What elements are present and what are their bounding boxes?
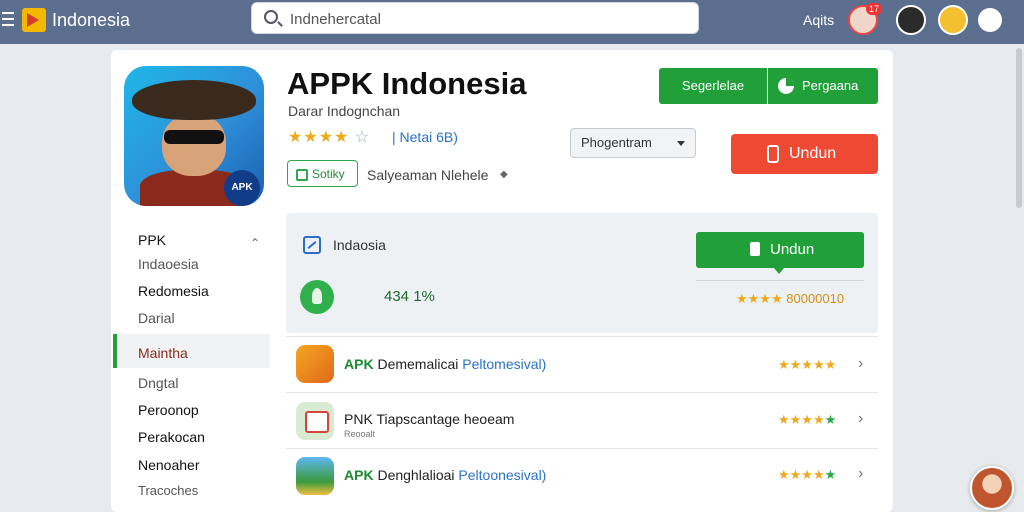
list-item-1-icon[interactable] (296, 345, 334, 383)
list-item-1-middle: Dememalicai (377, 356, 459, 372)
edit-icon (303, 236, 321, 254)
list-item-2-icon[interactable] (296, 402, 334, 440)
sidebar-active-highlight (113, 334, 270, 368)
list-item-2-stars-extra: ★ (824, 412, 837, 427)
row-divider (286, 392, 878, 393)
app-title: APPK Indonesia (287, 66, 527, 101)
brand-name[interactable]: Indonesia (52, 10, 130, 31)
brand-logo-icon[interactable] (22, 8, 46, 32)
sidebar-item-dngtal[interactable]: Dngtal (138, 375, 178, 391)
download-icon (750, 242, 760, 256)
profile-icon[interactable] (978, 8, 1002, 32)
list-item-1-stars-extra: ★ (824, 357, 837, 372)
avatar-user-3[interactable] (938, 5, 968, 35)
sidebar-collapse-icon[interactable]: ⌃ (250, 236, 260, 250)
sidebar-item-perakocan[interactable]: Perakocan (138, 429, 205, 445)
list-item-2-chevron-right-icon[interactable]: › (858, 410, 863, 428)
notification-badge: 17 (866, 3, 883, 15)
sidebar-item-darial[interactable]: Darial (138, 310, 175, 326)
topbar-link[interactable]: Aqits (803, 12, 834, 28)
apk-badge: APK (224, 170, 260, 206)
highlight-panel (286, 213, 878, 333)
list-item-3-stars-extra: ★ (824, 467, 837, 482)
download-button-label: Undun (789, 145, 837, 162)
menu-icon[interactable] (2, 12, 14, 26)
list-item-1-chevron-right-icon[interactable]: › (858, 355, 863, 373)
search-icon (264, 10, 278, 24)
list-item-3-chevron-right-icon[interactable]: › (858, 465, 863, 483)
phone-icon (767, 145, 779, 163)
list-item-1-suffix: Peltomesival) (462, 356, 547, 372)
panel-rating: ★★★★ 80000010 (736, 291, 844, 307)
list-item-2-subtitle: Reooalt (344, 429, 376, 439)
list-item-2-stars: ★★★★★ (778, 412, 836, 428)
avatar-user-2[interactable] (896, 5, 926, 35)
rating-count[interactable]: | Netai 6B) (392, 129, 458, 145)
sidebar-item-indaoesia[interactable]: Indaoesia (138, 256, 199, 272)
rating-empty-star: ☆ (354, 129, 371, 146)
list-item-3-title[interactable]: APK Denghlalioai Peltoonesival) (344, 467, 546, 483)
list-item-3-middle: Denghlalioai (377, 467, 455, 483)
chat-avatar[interactable] (970, 466, 1014, 510)
sidebar-item-ppk[interactable]: PPK (138, 232, 166, 248)
version-select[interactable]: Phogentram (570, 128, 696, 158)
list-item-1-title[interactable]: APK Dememalicai Peltomesival) (344, 356, 546, 372)
top-bar: Indonesia Aqits 17 (0, 0, 1024, 44)
list-item-3-stars: ★★★★★ (778, 467, 836, 483)
row-divider (286, 336, 878, 337)
scrollbar[interactable] (1016, 48, 1022, 208)
tag-button[interactable]: Sotiky (287, 160, 358, 187)
app-icon: APK (124, 66, 264, 206)
sidebar-item-maintha[interactable]: Maintha (138, 345, 188, 361)
list-item-3-icon[interactable] (296, 457, 334, 495)
download-button-red[interactable]: Undun (731, 134, 878, 174)
list-item-1-stars: ★★★★★ (778, 357, 836, 373)
version-select-value: Phogentram (581, 135, 652, 150)
row-divider (286, 448, 878, 449)
panel-rating-value: 80000010 (786, 291, 845, 306)
panel-stat: 434 1% (384, 288, 435, 305)
panel-rating-stars: ★★★★ (736, 291, 783, 306)
list-item-3-suffix: Peltoonesival) (458, 467, 547, 483)
app-subtitle: Darar Indognchan (288, 103, 401, 119)
list-item-2-prefix: PNK (344, 411, 373, 427)
list-item-1-stars-main: ★★★★ (778, 357, 825, 372)
app-rating-stars: ★★★★ ☆ (288, 127, 370, 147)
panel-download-label: Undun (770, 241, 815, 258)
sidebar-item-nenoaher[interactable]: Nenoaher (138, 457, 200, 473)
sidebar-item-redomesia[interactable]: Redomesia (138, 283, 209, 299)
list-item-3-stars-main: ★★★★ (778, 467, 825, 482)
search-bar[interactable] (251, 2, 699, 34)
tag-label: Sotiky (312, 167, 345, 181)
caret-icon (774, 268, 784, 274)
panel-title: Indaosia (333, 237, 386, 253)
sidebar-item-tracoches[interactable]: Tracoches (138, 483, 198, 498)
app-icon-glasses (164, 130, 224, 144)
list-item-2-title[interactable]: PNK Tiapscantage heoeam (344, 411, 514, 427)
chevron-down-icon (677, 141, 685, 146)
developer-arrow-icon[interactable]: ◆ (500, 169, 508, 180)
panel-divider (696, 280, 864, 281)
sidebar-item-peroonop[interactable]: Peroonop (138, 402, 199, 418)
list-item-2-middle: Tiapscantage heoeam (376, 411, 515, 427)
panel-download-button[interactable]: Undun (696, 232, 864, 268)
green-right-label: Pergaana (802, 78, 859, 93)
list-item-1-prefix: APK (344, 356, 374, 372)
download-circle-icon[interactable] (300, 280, 334, 314)
list-item-3-prefix: APK (344, 467, 374, 483)
developer-name[interactable]: Salyeaman Nlehele (367, 167, 488, 183)
search-input[interactable] (290, 8, 690, 30)
app-icon-hat (132, 80, 256, 120)
green-left-button[interactable]: Segerlelae (659, 68, 767, 104)
list-item-2-stars-main: ★★★★ (778, 412, 825, 427)
app-icon-face (162, 114, 226, 176)
pie-chart-icon (778, 78, 794, 94)
rating-filled-stars: ★★★★ (288, 129, 350, 146)
green-right-button[interactable]: Pergaana (768, 68, 878, 104)
